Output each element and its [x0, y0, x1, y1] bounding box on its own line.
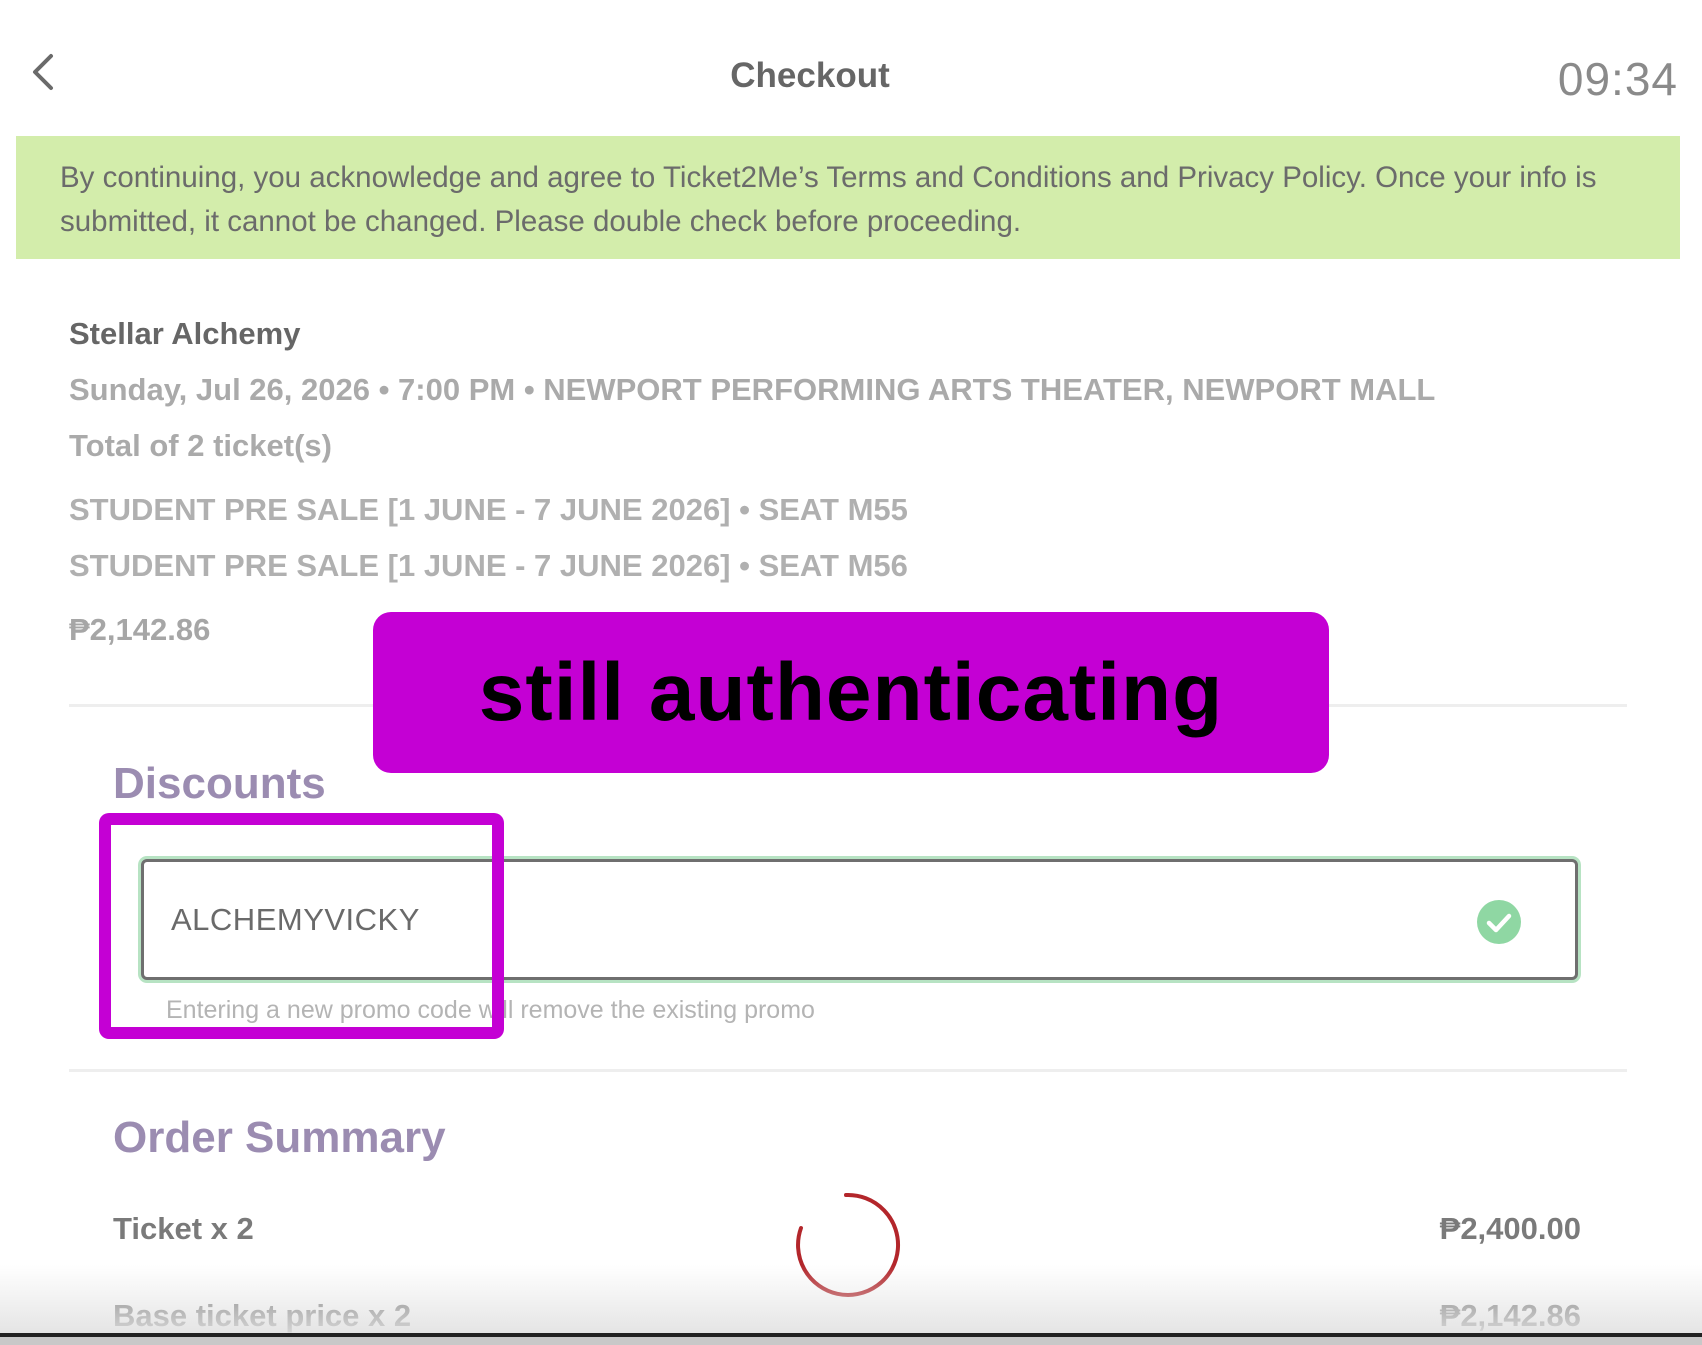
check-circle-icon — [1477, 900, 1521, 944]
page-title: Checkout — [730, 56, 890, 95]
summary-row-label: Base ticket price x 2 — [113, 1298, 412, 1333]
status-overlay: still authenticating — [373, 612, 1329, 773]
event-name: Stellar Alchemy — [69, 316, 301, 351]
section-divider — [69, 1069, 1627, 1072]
spinner-icon — [796, 1192, 901, 1297]
countdown-timer: 09:34 — [1557, 53, 1678, 105]
summary-row-value: ₱2,400.00 — [1439, 1211, 1581, 1246]
summary-row-value: ₱2,142.86 — [1439, 1298, 1581, 1333]
seat-item: STUDENT PRE SALE [1 JUNE - 7 JUNE 2026] … — [69, 492, 908, 527]
terms-notice-banner: By continuing, you acknowledge and agree… — [16, 136, 1680, 259]
event-price: ₱2,142.86 — [69, 612, 211, 647]
promo-code-field[interactable] — [141, 859, 1578, 980]
discounts-heading: Discounts — [113, 759, 326, 808]
bottom-strip — [0, 1337, 1702, 1345]
summary-row-label: Ticket x 2 — [113, 1211, 254, 1246]
ticket-total: Total of 2 ticket(s) — [69, 428, 332, 463]
promo-hint: Entering a new promo code will remove th… — [166, 996, 815, 1024]
order-summary-heading: Order Summary — [113, 1113, 446, 1162]
event-meta: Sunday, Jul 26, 2026 • 7:00 PM • NEWPORT… — [69, 372, 1436, 407]
seat-item: STUDENT PRE SALE [1 JUNE - 7 JUNE 2026] … — [69, 548, 908, 583]
promo-code-input[interactable] — [144, 862, 1575, 977]
